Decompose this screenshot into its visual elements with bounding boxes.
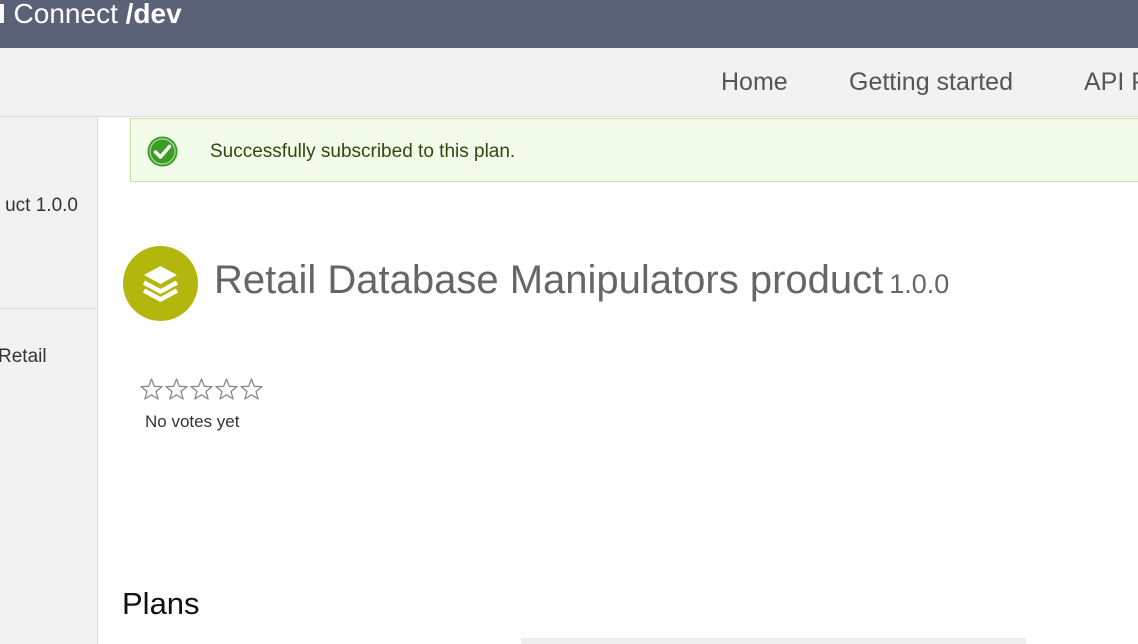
brand-suffix: /dev	[125, 0, 182, 29]
star-rating	[139, 377, 264, 403]
page-title: Retail Database Manipulators product 1.0.…	[214, 258, 949, 303]
nav-api-link[interactable]: API P	[1084, 68, 1138, 97]
stack-layers-icon	[123, 246, 198, 321]
star-icon[interactable]	[164, 377, 189, 403]
sidebar-divider	[0, 308, 97, 309]
main-nav: Home Getting started API P	[0, 48, 1138, 117]
plans-panel	[521, 638, 1026, 644]
star-icon[interactable]	[214, 377, 239, 403]
votes-count: No votes yet	[145, 412, 240, 431]
success-alert: Successfully subscribed to this plan.	[130, 118, 1138, 182]
nav-home-link[interactable]: Home	[721, 68, 788, 97]
star-icon[interactable]	[239, 377, 264, 403]
sidebar-item-label: Retail	[0, 346, 47, 367]
alert-message: Successfully subscribed to this plan.	[210, 141, 516, 162]
top-header: I Connect /dev	[0, 0, 1138, 48]
sidebar-item-product[interactable]: uct 1.0.0	[0, 195, 97, 221]
nav-getting-started-link[interactable]: Getting started	[849, 68, 1013, 97]
brand-logo-text[interactable]: I Connect /dev	[0, 0, 182, 34]
check-circle-icon	[147, 136, 178, 167]
sidebar-item-retail[interactable]: Retail	[0, 346, 97, 372]
brand-name: Connect	[5, 0, 126, 29]
star-icon[interactable]	[139, 377, 164, 403]
star-icon[interactable]	[189, 377, 214, 403]
plans-heading: Plans	[122, 586, 200, 621]
product-version: 1.0.0	[889, 269, 950, 299]
sidebar-item-label: uct 1.0.0	[5, 195, 78, 216]
product-name: Retail Database Manipulators product	[214, 258, 884, 302]
sidebar: uct 1.0.0 Retail	[0, 117, 98, 644]
